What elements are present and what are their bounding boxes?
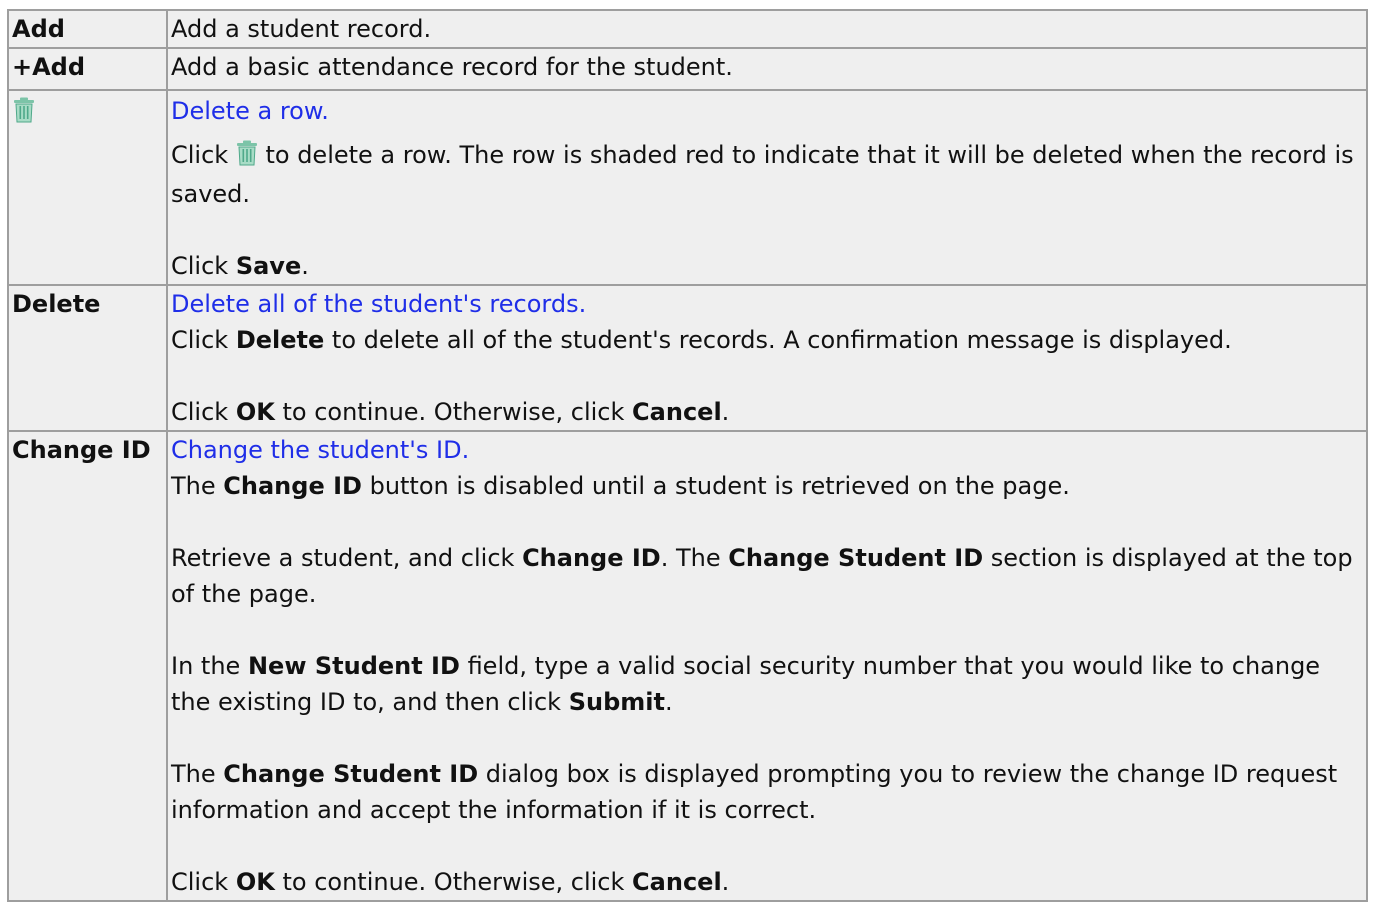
delete-label: Delete (12, 290, 101, 318)
trash-icon (13, 97, 35, 133)
button-reference-table: Add Add a student record. +Add Add a bas… (7, 9, 1368, 902)
row-label: +Add (7, 47, 168, 91)
row-description: Delete all of the student's records. Cli… (166, 284, 1368, 432)
paragraph: Click to delete a row. The row is shaded… (171, 140, 1354, 208)
row-label: Change ID (7, 430, 168, 902)
paragraph: Retrieve a student, and click Change ID.… (171, 544, 1353, 608)
paragraph: Click OK to continue. Otherwise, click C… (171, 398, 730, 426)
row-description: Delete a row. Click to delete a row. The… (166, 89, 1368, 286)
row-description: Add a basic attendance record for the st… (166, 47, 1368, 91)
delete-all-records-link[interactable]: Delete all of the student's records. (171, 286, 1366, 322)
paragraph: The Change ID button is disabled until a… (171, 472, 1070, 500)
row-label: Delete (7, 284, 168, 432)
row-description: Change the student's ID. The Change ID b… (166, 430, 1368, 902)
plus-add-label: +Add (12, 53, 86, 81)
change-id-label: Change ID (12, 436, 151, 464)
table-row: Change ID Change the student's ID. The C… (7, 430, 1368, 902)
paragraph: Click Delete to delete all of the studen… (171, 326, 1232, 354)
paragraph: Click OK to continue. Otherwise, click C… (171, 868, 730, 896)
row-label: Add (7, 9, 168, 49)
change-student-id-link[interactable]: Change the student's ID. (171, 432, 1366, 468)
table-row: Add Add a student record. (7, 9, 1368, 49)
table-row: Delete Delete all of the student's recor… (7, 284, 1368, 432)
paragraph: The Change Student ID dialog box is disp… (171, 760, 1338, 824)
trash-icon (236, 140, 258, 176)
add-label: Add (12, 15, 65, 43)
delete-row-link[interactable]: Delete a row. (171, 93, 1366, 129)
paragraph: In the New Student ID field, type a vali… (171, 652, 1321, 716)
table-row: Delete a row. Click to delete a row. The… (7, 89, 1368, 286)
row-label (7, 89, 168, 286)
paragraph: Click Save. (171, 252, 309, 280)
row-description: Add a student record. (166, 9, 1368, 49)
table-row: +Add Add a basic attendance record for t… (7, 47, 1368, 91)
